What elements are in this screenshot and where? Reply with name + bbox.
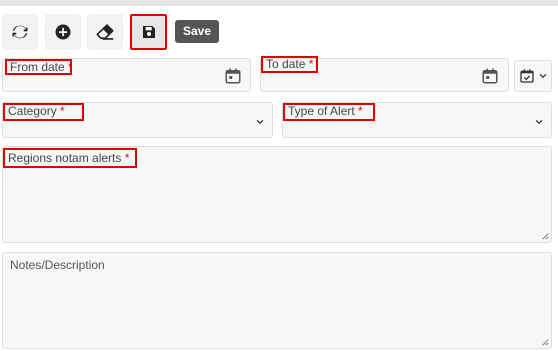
category-label-text: Category	[8, 104, 57, 118]
refresh-button[interactable]	[2, 14, 38, 50]
refresh-icon	[12, 25, 28, 39]
notes-description-textarea[interactable]: Notes/Description	[2, 252, 552, 349]
required-marker: *	[60, 104, 65, 118]
from-date-label: From date *	[5, 59, 72, 75]
category-label: Category *	[3, 103, 84, 121]
resize-handle-icon[interactable]	[541, 338, 549, 346]
to-date-label-text: To date	[266, 57, 306, 71]
required-marker: *	[358, 104, 363, 118]
category-select[interactable]: Category *	[2, 102, 273, 138]
regions-notam-alerts-textarea[interactable]: Regions notam alerts *	[2, 146, 552, 243]
to-date-field[interactable]: To date *	[260, 56, 509, 92]
required-marker: *	[68, 61, 70, 73]
eraser-icon	[96, 24, 114, 40]
save-tooltip: Save	[175, 20, 220, 43]
from-date-field[interactable]: From date *	[2, 58, 251, 92]
chevron-down-icon	[535, 119, 543, 125]
plus-circle-icon	[55, 24, 71, 40]
to-date-label: To date *	[261, 56, 318, 73]
calendar-icon[interactable]	[224, 67, 242, 85]
required-marker: *	[308, 57, 314, 71]
floppy-disk-icon	[142, 26, 155, 38]
type-of-alert-select[interactable]: Type of Alert *	[282, 102, 552, 138]
from-date-label-text: From date	[10, 60, 65, 74]
notes-label: Notes/Description	[10, 258, 105, 272]
regions-label: Regions notam alerts *	[3, 148, 137, 168]
regions-label-text: Regions notam alerts	[8, 151, 122, 165]
chevron-down-icon	[539, 73, 546, 79]
resize-handle-icon[interactable]	[541, 232, 549, 240]
required-marker: *	[124, 151, 130, 165]
calendar-icon[interactable]	[481, 67, 499, 85]
top-bar	[0, 0, 558, 6]
date-range-picker-button[interactable]	[514, 60, 552, 92]
add-button[interactable]	[45, 14, 81, 50]
chevron-down-icon	[256, 119, 264, 125]
save-button[interactable]	[130, 14, 167, 50]
clear-button[interactable]	[87, 14, 123, 50]
type-of-alert-label-text: Type of Alert	[288, 104, 355, 118]
calendar-check-icon	[519, 69, 534, 83]
type-of-alert-label: Type of Alert *	[283, 103, 375, 121]
